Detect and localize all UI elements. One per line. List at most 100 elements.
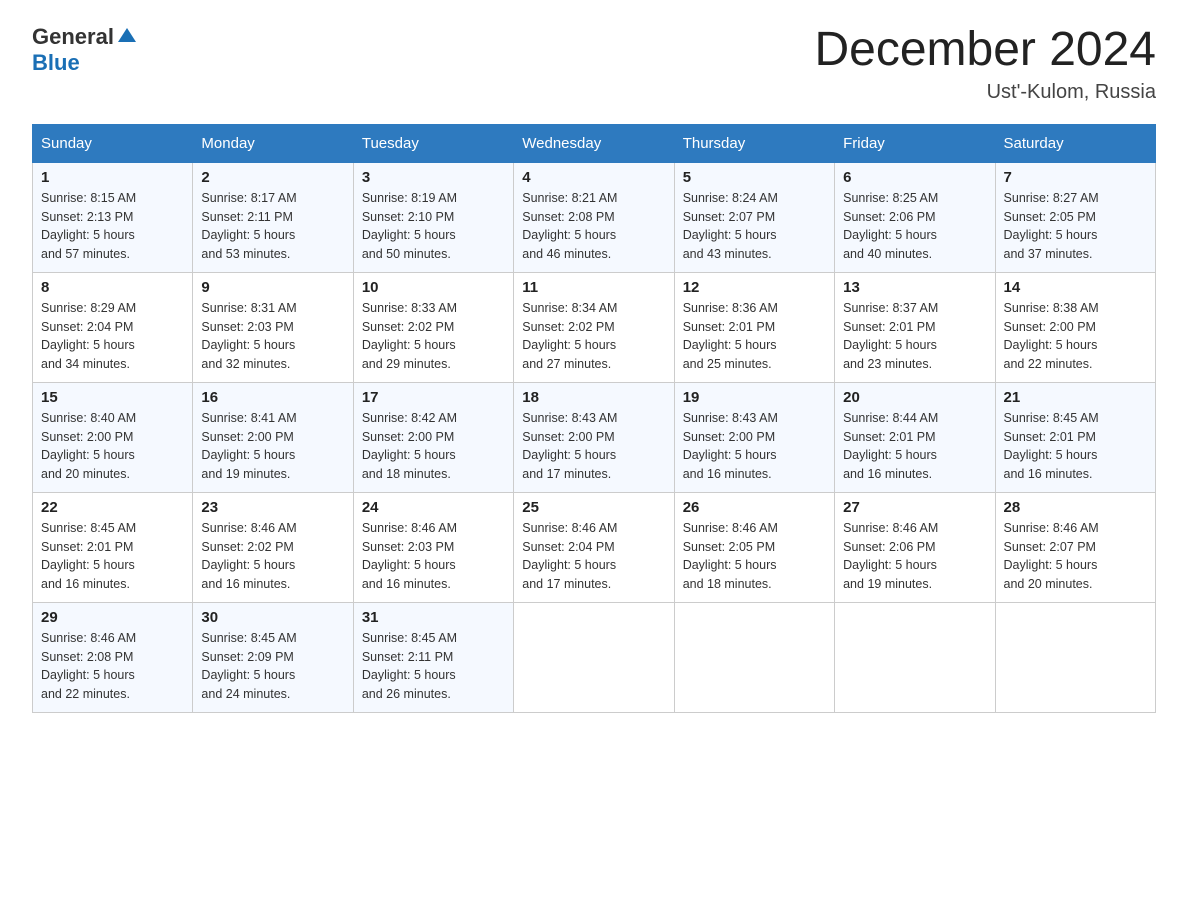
day-number: 27 bbox=[843, 499, 986, 516]
day-info: Sunrise: 8:38 AMSunset: 2:00 PMDaylight:… bbox=[1004, 299, 1147, 374]
logo: General Blue bbox=[32, 24, 138, 75]
day-info: Sunrise: 8:46 AMSunset: 2:08 PMDaylight:… bbox=[41, 629, 184, 704]
table-row: 18 Sunrise: 8:43 AMSunset: 2:00 PMDaylig… bbox=[514, 382, 674, 492]
day-number: 12 bbox=[683, 279, 826, 296]
day-info: Sunrise: 8:31 AMSunset: 2:03 PMDaylight:… bbox=[201, 299, 344, 374]
day-info: Sunrise: 8:21 AMSunset: 2:08 PMDaylight:… bbox=[522, 189, 665, 264]
calendar-week-row: 15 Sunrise: 8:40 AMSunset: 2:00 PMDaylig… bbox=[33, 382, 1156, 492]
day-info: Sunrise: 8:46 AMSunset: 2:07 PMDaylight:… bbox=[1004, 519, 1147, 594]
calendar-week-row: 22 Sunrise: 8:45 AMSunset: 2:01 PMDaylig… bbox=[33, 492, 1156, 602]
day-info: Sunrise: 8:45 AMSunset: 2:11 PMDaylight:… bbox=[362, 629, 505, 704]
day-number: 8 bbox=[41, 279, 184, 296]
table-row: 2 Sunrise: 8:17 AMSunset: 2:11 PMDayligh… bbox=[193, 162, 353, 272]
day-number: 31 bbox=[362, 609, 505, 626]
calendar-week-row: 8 Sunrise: 8:29 AMSunset: 2:04 PMDayligh… bbox=[33, 272, 1156, 382]
page-location: Ust'-Kulom, Russia bbox=[814, 81, 1156, 104]
table-row bbox=[995, 602, 1155, 712]
table-row: 30 Sunrise: 8:45 AMSunset: 2:09 PMDaylig… bbox=[193, 602, 353, 712]
day-number: 4 bbox=[522, 169, 665, 186]
day-number: 24 bbox=[362, 499, 505, 516]
day-number: 6 bbox=[843, 169, 986, 186]
day-number: 19 bbox=[683, 389, 826, 406]
table-row: 17 Sunrise: 8:42 AMSunset: 2:00 PMDaylig… bbox=[353, 382, 513, 492]
day-info: Sunrise: 8:27 AMSunset: 2:05 PMDaylight:… bbox=[1004, 189, 1147, 264]
day-number: 17 bbox=[362, 389, 505, 406]
table-row: 4 Sunrise: 8:21 AMSunset: 2:08 PMDayligh… bbox=[514, 162, 674, 272]
table-row: 15 Sunrise: 8:40 AMSunset: 2:00 PMDaylig… bbox=[33, 382, 193, 492]
day-number: 28 bbox=[1004, 499, 1147, 516]
calendar-header-row: Sunday Monday Tuesday Wednesday Thursday… bbox=[33, 124, 1156, 162]
day-number: 7 bbox=[1004, 169, 1147, 186]
day-number: 1 bbox=[41, 169, 184, 186]
day-info: Sunrise: 8:34 AMSunset: 2:02 PMDaylight:… bbox=[522, 299, 665, 374]
day-info: Sunrise: 8:24 AMSunset: 2:07 PMDaylight:… bbox=[683, 189, 826, 264]
day-number: 9 bbox=[201, 279, 344, 296]
day-info: Sunrise: 8:41 AMSunset: 2:00 PMDaylight:… bbox=[201, 409, 344, 484]
day-info: Sunrise: 8:43 AMSunset: 2:00 PMDaylight:… bbox=[522, 409, 665, 484]
day-number: 15 bbox=[41, 389, 184, 406]
day-info: Sunrise: 8:46 AMSunset: 2:02 PMDaylight:… bbox=[201, 519, 344, 594]
col-monday: Monday bbox=[193, 124, 353, 162]
day-info: Sunrise: 8:45 AMSunset: 2:01 PMDaylight:… bbox=[41, 519, 184, 594]
page-title: December 2024 bbox=[814, 24, 1156, 77]
day-number: 29 bbox=[41, 609, 184, 626]
day-number: 14 bbox=[1004, 279, 1147, 296]
day-info: Sunrise: 8:46 AMSunset: 2:05 PMDaylight:… bbox=[683, 519, 826, 594]
table-row: 6 Sunrise: 8:25 AMSunset: 2:06 PMDayligh… bbox=[835, 162, 995, 272]
col-tuesday: Tuesday bbox=[353, 124, 513, 162]
table-row: 14 Sunrise: 8:38 AMSunset: 2:00 PMDaylig… bbox=[995, 272, 1155, 382]
table-row: 31 Sunrise: 8:45 AMSunset: 2:11 PMDaylig… bbox=[353, 602, 513, 712]
table-row: 23 Sunrise: 8:46 AMSunset: 2:02 PMDaylig… bbox=[193, 492, 353, 602]
table-row: 1 Sunrise: 8:15 AMSunset: 2:13 PMDayligh… bbox=[33, 162, 193, 272]
table-row: 7 Sunrise: 8:27 AMSunset: 2:05 PMDayligh… bbox=[995, 162, 1155, 272]
col-saturday: Saturday bbox=[995, 124, 1155, 162]
calendar-week-row: 29 Sunrise: 8:46 AMSunset: 2:08 PMDaylig… bbox=[33, 602, 1156, 712]
day-number: 13 bbox=[843, 279, 986, 296]
calendar-table: Sunday Monday Tuesday Wednesday Thursday… bbox=[32, 124, 1156, 713]
day-info: Sunrise: 8:19 AMSunset: 2:10 PMDaylight:… bbox=[362, 189, 505, 264]
table-row: 24 Sunrise: 8:46 AMSunset: 2:03 PMDaylig… bbox=[353, 492, 513, 602]
logo-triangle-icon bbox=[116, 24, 138, 46]
day-number: 3 bbox=[362, 169, 505, 186]
day-info: Sunrise: 8:25 AMSunset: 2:06 PMDaylight:… bbox=[843, 189, 986, 264]
day-info: Sunrise: 8:33 AMSunset: 2:02 PMDaylight:… bbox=[362, 299, 505, 374]
table-row: 8 Sunrise: 8:29 AMSunset: 2:04 PMDayligh… bbox=[33, 272, 193, 382]
table-row: 16 Sunrise: 8:41 AMSunset: 2:00 PMDaylig… bbox=[193, 382, 353, 492]
page-header: General Blue December 2024 Ust'-Kulom, R… bbox=[32, 24, 1156, 104]
table-row: 22 Sunrise: 8:45 AMSunset: 2:01 PMDaylig… bbox=[33, 492, 193, 602]
table-row: 28 Sunrise: 8:46 AMSunset: 2:07 PMDaylig… bbox=[995, 492, 1155, 602]
table-row bbox=[514, 602, 674, 712]
day-number: 2 bbox=[201, 169, 344, 186]
table-row: 5 Sunrise: 8:24 AMSunset: 2:07 PMDayligh… bbox=[674, 162, 834, 272]
day-info: Sunrise: 8:37 AMSunset: 2:01 PMDaylight:… bbox=[843, 299, 986, 374]
calendar-week-row: 1 Sunrise: 8:15 AMSunset: 2:13 PMDayligh… bbox=[33, 162, 1156, 272]
day-number: 5 bbox=[683, 169, 826, 186]
day-info: Sunrise: 8:46 AMSunset: 2:03 PMDaylight:… bbox=[362, 519, 505, 594]
day-info: Sunrise: 8:44 AMSunset: 2:01 PMDaylight:… bbox=[843, 409, 986, 484]
day-info: Sunrise: 8:46 AMSunset: 2:06 PMDaylight:… bbox=[843, 519, 986, 594]
table-row: 12 Sunrise: 8:36 AMSunset: 2:01 PMDaylig… bbox=[674, 272, 834, 382]
table-row: 26 Sunrise: 8:46 AMSunset: 2:05 PMDaylig… bbox=[674, 492, 834, 602]
day-number: 18 bbox=[522, 389, 665, 406]
day-number: 22 bbox=[41, 499, 184, 516]
day-number: 20 bbox=[843, 389, 986, 406]
col-sunday: Sunday bbox=[33, 124, 193, 162]
day-info: Sunrise: 8:15 AMSunset: 2:13 PMDaylight:… bbox=[41, 189, 184, 264]
day-info: Sunrise: 8:45 AMSunset: 2:09 PMDaylight:… bbox=[201, 629, 344, 704]
title-block: December 2024 Ust'-Kulom, Russia bbox=[814, 24, 1156, 104]
table-row: 13 Sunrise: 8:37 AMSunset: 2:01 PMDaylig… bbox=[835, 272, 995, 382]
table-row: 21 Sunrise: 8:45 AMSunset: 2:01 PMDaylig… bbox=[995, 382, 1155, 492]
table-row: 11 Sunrise: 8:34 AMSunset: 2:02 PMDaylig… bbox=[514, 272, 674, 382]
day-number: 16 bbox=[201, 389, 344, 406]
day-info: Sunrise: 8:17 AMSunset: 2:11 PMDaylight:… bbox=[201, 189, 344, 264]
table-row: 19 Sunrise: 8:43 AMSunset: 2:00 PMDaylig… bbox=[674, 382, 834, 492]
day-info: Sunrise: 8:40 AMSunset: 2:00 PMDaylight:… bbox=[41, 409, 184, 484]
table-row: 27 Sunrise: 8:46 AMSunset: 2:06 PMDaylig… bbox=[835, 492, 995, 602]
table-row: 9 Sunrise: 8:31 AMSunset: 2:03 PMDayligh… bbox=[193, 272, 353, 382]
table-row: 20 Sunrise: 8:44 AMSunset: 2:01 PMDaylig… bbox=[835, 382, 995, 492]
table-row bbox=[835, 602, 995, 712]
day-number: 23 bbox=[201, 499, 344, 516]
day-info: Sunrise: 8:45 AMSunset: 2:01 PMDaylight:… bbox=[1004, 409, 1147, 484]
table-row: 29 Sunrise: 8:46 AMSunset: 2:08 PMDaylig… bbox=[33, 602, 193, 712]
col-wednesday: Wednesday bbox=[514, 124, 674, 162]
